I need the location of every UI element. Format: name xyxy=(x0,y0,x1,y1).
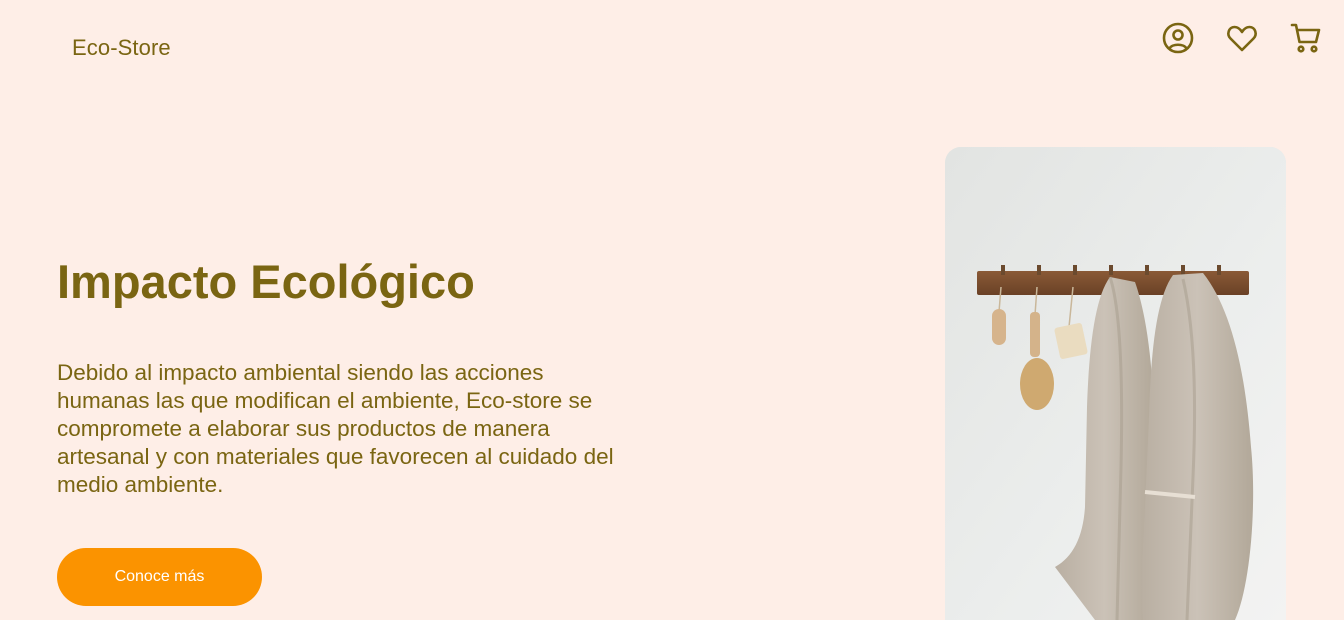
heart-icon xyxy=(1227,25,1257,52)
header-actions xyxy=(1160,20,1324,56)
learn-more-button[interactable]: Conoce más xyxy=(57,548,262,606)
user-icon xyxy=(1162,22,1194,54)
hero-image xyxy=(945,147,1286,620)
cart-icon xyxy=(1290,23,1321,53)
hero-title: Impacto Ecológico xyxy=(57,255,475,308)
hero-description: Debido al impacto ambiental siendo las a… xyxy=(57,360,614,497)
cart-button[interactable] xyxy=(1288,20,1324,56)
towels-on-rack-illustration xyxy=(945,147,1286,620)
page: Eco-Store Impacto Ecológico Debido al im… xyxy=(0,0,1344,620)
account-button[interactable] xyxy=(1160,20,1196,56)
wishlist-button[interactable] xyxy=(1224,20,1260,56)
logo[interactable]: Eco-Store xyxy=(72,35,171,61)
